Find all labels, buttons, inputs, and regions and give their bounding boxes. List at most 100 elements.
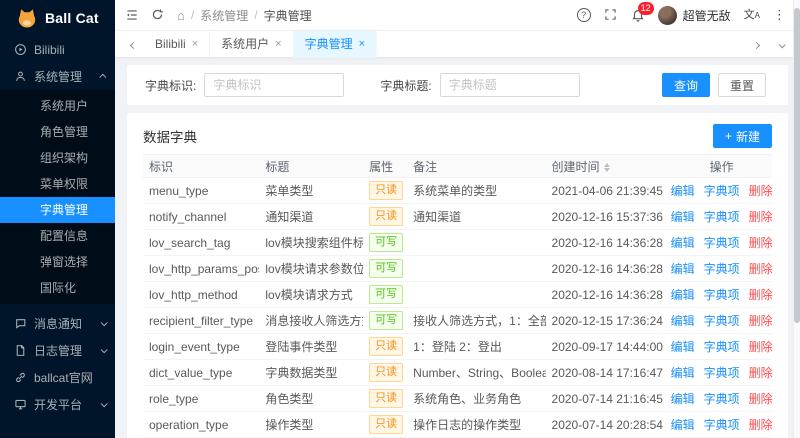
delete-link[interactable]: 删除 (749, 338, 773, 355)
dict-items-link[interactable]: 字典项 (704, 312, 740, 329)
delete-link[interactable]: 删除 (749, 416, 773, 433)
play-circle-icon (14, 43, 27, 56)
dict-title: lov模块请求参数位置 (265, 262, 364, 276)
created-time: 2020-12-16 15:37:36 (551, 209, 663, 224)
edit-link[interactable]: 编辑 (671, 364, 695, 381)
dict-title: 通知渠道 (265, 210, 314, 224)
table-row: operation_type 操作类型 只读 操作日志的操作类型 2020-07… (143, 412, 773, 438)
sidebar-item-system-users[interactable]: 系统用户 (0, 93, 115, 119)
page-scrollbar[interactable] (793, 0, 800, 438)
dict-items-link[interactable]: 字典项 (704, 208, 740, 225)
close-icon[interactable]: × (275, 31, 281, 58)
tabs-menu-dropdown[interactable] (771, 37, 792, 51)
edit-link[interactable]: 编辑 (671, 312, 695, 329)
dict-remark: 系统菜单的类型 (413, 184, 498, 198)
dict-items-link[interactable]: 字典项 (704, 390, 740, 407)
dict-remark: 通知渠道 (413, 210, 462, 224)
dict-title: lov模块请求方式 (265, 288, 353, 302)
menu-fold-icon[interactable] (125, 8, 139, 22)
more-icon[interactable]: ⋮ (773, 7, 786, 23)
close-icon[interactable]: × (192, 31, 198, 58)
created-time: 2020-12-16 14:36:28 (551, 287, 663, 302)
sidebar-item-config-info[interactable]: 配置信息 (0, 223, 115, 249)
edit-link[interactable]: 编辑 (671, 234, 695, 251)
dict-remark: 接收人筛选方式，1：全部 2：用户角色 3... (413, 314, 546, 328)
tab-dict-management[interactable]: 字典管理 × (293, 30, 378, 58)
sidebar-item-role-management[interactable]: 角色管理 (0, 119, 115, 145)
delete-link[interactable]: 删除 (749, 286, 773, 303)
delete-link[interactable]: 删除 (749, 260, 773, 277)
col-attr: 属性 (369, 159, 394, 174)
edit-link[interactable]: 编辑 (671, 338, 695, 355)
multi-tab-bar: Bilibili × 系统用户 × 字典管理 × (115, 30, 800, 58)
sidebar-group-message[interactable]: 消息通知 (0, 310, 115, 337)
dict-items-link[interactable]: 字典项 (704, 364, 740, 381)
sidebar-item-org-structure[interactable]: 组织架构 (0, 145, 115, 171)
notification-bell[interactable]: 12 (631, 2, 654, 22)
edit-link[interactable]: 编辑 (671, 390, 695, 407)
tab-system-users[interactable]: 系统用户 × (210, 30, 294, 58)
sidebar-group-log[interactable]: 日志管理 (0, 337, 115, 364)
delete-link[interactable]: 删除 (749, 390, 773, 407)
table-row: notify_channel 通知渠道 只读 通知渠道 2020-12-16 1… (143, 204, 773, 230)
delete-link[interactable]: 删除 (749, 364, 773, 381)
sidebar-item-menu-permission[interactable]: 菜单权限 (0, 171, 115, 197)
reload-icon[interactable] (151, 8, 165, 22)
chevron-down-icon (100, 319, 108, 327)
fullscreen-icon[interactable] (604, 8, 618, 22)
search-button[interactable]: 查询 (661, 73, 710, 97)
edit-link[interactable]: 编辑 (671, 260, 695, 277)
sidebar-item-i18n[interactable]: 国际化 (0, 275, 115, 301)
delete-link[interactable]: 删除 (749, 312, 773, 329)
table-row: lov_search_tag lov模块搜索组件标签 可写 2020-12-16… (143, 230, 773, 256)
table-row: menu_type 菜单类型 只读 系统菜单的类型 2021-04-06 21:… (143, 178, 773, 204)
dict-code-input[interactable] (204, 73, 345, 97)
app-logo[interactable]: Ball Cat (0, 0, 115, 36)
delete-link[interactable]: 删除 (749, 234, 773, 251)
breadcrumb-item[interactable]: 系统管理 (200, 7, 248, 24)
created-time: 2021-04-06 21:39:45 (551, 183, 663, 198)
translate-icon[interactable]: 文A (744, 9, 760, 21)
attr-tag: 可写 (369, 259, 404, 278)
reset-button[interactable]: 重置 (717, 73, 766, 97)
link-icon (14, 371, 27, 384)
home-icon[interactable]: ⌂ (177, 8, 185, 23)
create-button[interactable]: + 新建 (712, 124, 772, 148)
delete-link[interactable]: 删除 (749, 208, 773, 225)
panel-title: 数据字典 (143, 130, 197, 145)
tab-bilibili[interactable]: Bilibili × (144, 30, 211, 58)
sort-carets-icon[interactable] (603, 162, 610, 172)
dict-title: 登陆事件类型 (265, 340, 338, 354)
dict-items-link[interactable]: 字典项 (704, 182, 740, 199)
user-menu[interactable]: 超管无敌 (657, 5, 731, 25)
table-row: lov_http_params_position lov模块请求参数位置 可写 … (143, 256, 773, 282)
edit-link[interactable]: 编辑 (671, 286, 695, 303)
tabs-scroll-right[interactable] (746, 37, 767, 51)
attr-tag: 只读 (369, 389, 404, 408)
edit-link[interactable]: 编辑 (671, 208, 695, 225)
col-created[interactable]: 创建时间 (546, 158, 672, 175)
chevron-down-icon (100, 400, 108, 408)
delete-link[interactable]: 删除 (749, 182, 773, 199)
sidebar-group-dev[interactable]: 开发平台 (0, 391, 115, 418)
sidebar-item-ballcat-site[interactable]: ballcat官网 (0, 364, 115, 391)
dict-items-link[interactable]: 字典项 (704, 338, 740, 355)
dict-items-link[interactable]: 字典项 (704, 234, 740, 251)
sidebar-item-dict-management[interactable]: 字典管理 (0, 197, 115, 223)
dict-items-link[interactable]: 字典项 (704, 416, 740, 433)
sidebar-group-system[interactable]: 系统管理 (0, 63, 115, 90)
dict-title-input[interactable] (439, 73, 580, 97)
dict-items-link[interactable]: 字典项 (704, 260, 740, 277)
help-icon[interactable]: ? (576, 8, 591, 22)
edit-link[interactable]: 编辑 (671, 182, 695, 199)
edit-link[interactable]: 编辑 (671, 416, 695, 433)
tabs-scroll-left[interactable] (123, 37, 144, 51)
dict-table-card: 数据字典 + 新建 标识 标题 属性 备注 创建时间 操作 menu_type … (127, 113, 788, 438)
sidebar-item-bilibili[interactable]: Bilibili (0, 36, 115, 63)
dict-title: 菜单类型 (265, 184, 314, 198)
close-icon[interactable]: × (359, 31, 365, 58)
topbar: ⌂ / 系统管理 / 字典管理 ? 12 超管无敌 文A ⋮ (115, 0, 800, 30)
sidebar-item-popup-select[interactable]: 弹窗选择 (0, 249, 115, 275)
dict-items-link[interactable]: 字典项 (704, 286, 740, 303)
scrollbar-thumb[interactable] (793, 8, 800, 323)
